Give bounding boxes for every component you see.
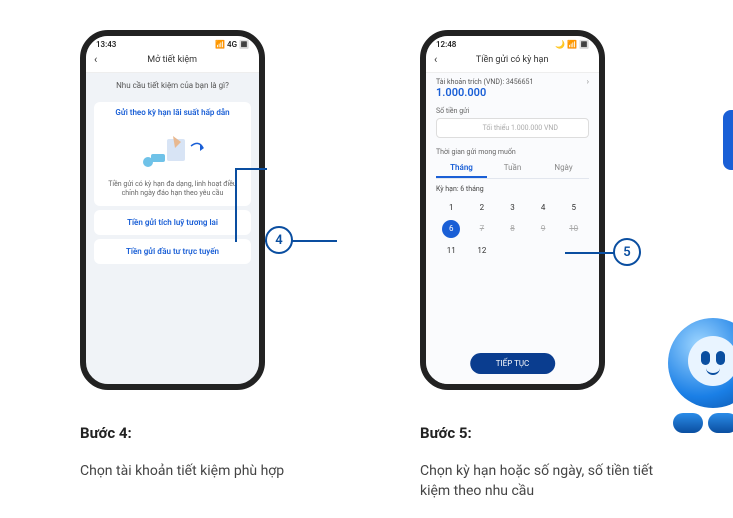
source-account-label: Tài khoản trích (VND): 3456651: [436, 78, 533, 86]
indicator-hline-4: [235, 168, 267, 170]
phone-mockup-4: 13:43 📶 4G 🔳 ‹ Mở tiết kiệm Nhu cầu tiết…: [80, 30, 265, 390]
back-icon[interactable]: ‹: [94, 53, 97, 66]
tab-week[interactable]: Tuần: [487, 159, 538, 178]
mascot-eye-right: [716, 351, 725, 365]
screen-header: ‹ Tiền gửi có kỳ hạn: [426, 49, 599, 73]
term-grid: 123456789101112: [436, 199, 589, 259]
indicator-number-4: 4: [275, 233, 282, 248]
period-label: Thời gian gửi mong muốn: [436, 148, 589, 156]
term-label: Kỳ hạn: 6 tháng: [436, 185, 589, 193]
status-icons: 📶 4G 🔳: [215, 40, 249, 49]
step-5-desc: Chọn kỳ hạn hoặc số ngày, số tiền tiết k…: [420, 462, 660, 501]
mascot-foot-left: [673, 413, 703, 433]
status-icons: 🌙 📶 🔳: [555, 40, 589, 49]
indicator-vline-4: [235, 168, 237, 242]
term-cell[interactable]: 2: [467, 199, 498, 216]
option-1-title: Gửi theo kỳ hạn lãi suất hấp dẫn: [100, 108, 245, 117]
tab-day[interactable]: Ngày: [538, 159, 589, 178]
step-4-label: Bước 4:: [80, 424, 284, 442]
savings-option-3[interactable]: Tiền gửi đầu tư trực tuyến: [94, 239, 251, 264]
back-icon[interactable]: ‹: [434, 53, 437, 66]
term-cell[interactable]: 3: [497, 199, 528, 216]
phone-mockup-5: 12:48 🌙 📶 🔳 ‹ Tiền gửi có kỳ hạn Tài kho…: [420, 30, 605, 390]
indicator-circle-5: 5: [613, 238, 641, 266]
screen-header: ‹ Mở tiết kiệm: [86, 49, 259, 73]
screen-title: Mở tiết kiệm: [103, 55, 241, 65]
screen-subtitle: Nhu cầu tiết kiệm của bạn là gì?: [86, 73, 259, 98]
step-4-desc: Chọn tài khoản tiết kiệm phù hợp: [80, 462, 284, 482]
option-illustration: [100, 121, 245, 176]
mascot-foot-right: [708, 413, 733, 433]
status-time: 13:43: [96, 40, 116, 49]
continue-button[interactable]: TIẾP TỤC: [470, 353, 556, 374]
step-4-block: 13:43 📶 4G 🔳 ‹ Mở tiết kiệm Nhu cầu tiết…: [80, 30, 284, 482]
source-account-row[interactable]: Tài khoản trích (VND): 3456651 ›: [436, 77, 589, 86]
term-cell[interactable]: 5: [558, 199, 589, 216]
period-tabs: Tháng Tuần Ngày: [436, 159, 589, 179]
amount-input[interactable]: Tối thiểu 1.000.000 VND: [436, 118, 589, 138]
savings-option-2[interactable]: Tiền gửi tích luỹ tương lai: [94, 210, 251, 235]
term-cell[interactable]: 11: [436, 242, 467, 259]
option-1-desc: Tiền gửi có kỳ hạn đa dạng, linh hoạt đi…: [100, 180, 245, 198]
tab-month[interactable]: Tháng: [436, 159, 487, 178]
indicator-line-5: [565, 252, 615, 254]
amount-label: Số tiền gửi: [436, 107, 589, 115]
chevron-right-icon: ›: [587, 77, 589, 86]
term-cell[interactable]: 1: [436, 199, 467, 216]
account-balance: 1.000.000: [436, 86, 589, 99]
term-cell[interactable]: 4: [528, 199, 559, 216]
status-bar: 13:43 📶 4G 🔳: [86, 36, 259, 49]
term-cell[interactable]: 8: [497, 220, 528, 238]
savings-option-1[interactable]: Gửi theo kỳ hạn lãi suất hấp dẫn Tiền gử…: [94, 102, 251, 206]
mascot-face: [688, 336, 733, 386]
step-5-block: 12:48 🌙 📶 🔳 ‹ Tiền gửi có kỳ hạn Tài kho…: [420, 30, 660, 501]
floating-side-tab[interactable]: [723, 110, 733, 170]
mascot-bot[interactable]: [663, 318, 733, 438]
status-time: 12:48: [436, 40, 456, 49]
step-5-label: Bước 5:: [420, 424, 660, 442]
mascot-eye-left: [701, 351, 710, 365]
status-bar: 12:48 🌙 📶 🔳: [426, 36, 599, 49]
term-cell[interactable]: 9: [528, 220, 559, 238]
screen-title: Tiền gửi có kỳ hạn: [443, 55, 581, 65]
indicator-number-5: 5: [623, 245, 630, 260]
screen-body: Tài khoản trích (VND): 3456651 › 1.000.0…: [426, 73, 599, 390]
term-cell[interactable]: 7: [467, 220, 498, 238]
term-cell[interactable]: 6: [436, 220, 467, 238]
term-cell[interactable]: 12: [467, 242, 498, 259]
indicator-circle-4: 4: [265, 226, 293, 254]
term-cell[interactable]: 10: [558, 220, 589, 238]
